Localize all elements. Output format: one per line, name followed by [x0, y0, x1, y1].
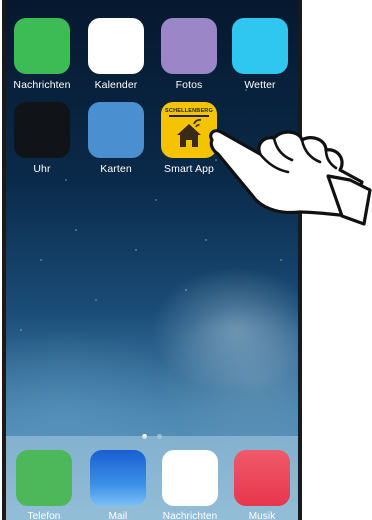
- app-label: Karten: [100, 163, 132, 175]
- pointing-hand-icon: [209, 129, 372, 226]
- dock-app-nachrichten[interactable]: Nachrichten: [160, 450, 220, 520]
- app-nachrichten[interactable]: Nachrichten: [12, 18, 72, 91]
- weather-icon: [232, 18, 288, 74]
- app-label: Nachrichten: [162, 511, 218, 520]
- dock-app-musik[interactable]: Musik: [232, 450, 292, 520]
- dock: Telefon Mail Nachrichten Musik: [6, 436, 298, 520]
- calendar-icon: [88, 18, 144, 74]
- app-label: Telefon: [27, 511, 61, 520]
- maps-icon: [88, 102, 144, 158]
- photos-icon: [161, 18, 217, 74]
- mail-icon: [90, 450, 146, 506]
- dock-app-mail[interactable]: Mail: [88, 450, 148, 520]
- app-label: Mail: [108, 511, 128, 520]
- app-label: Wetter: [244, 79, 276, 91]
- app-label: Fotos: [175, 79, 203, 91]
- app-karten[interactable]: Karten: [86, 102, 146, 175]
- app-fotos[interactable]: Fotos: [159, 18, 219, 91]
- phone-icon: [16, 450, 72, 506]
- music-icon: [234, 450, 290, 506]
- dock-app-telefon[interactable]: Telefon: [14, 450, 74, 520]
- phone-screen: Nachrichten Kalender Fotos Wetter Uhr Ka…: [2, 0, 302, 520]
- messages-icon: [162, 450, 218, 506]
- app-label: Kalender: [94, 79, 138, 91]
- app-wetter[interactable]: Wetter: [230, 18, 290, 91]
- app-kalender[interactable]: Kalender: [86, 18, 146, 91]
- app-label: Uhr: [33, 163, 51, 175]
- messages-icon: [14, 18, 70, 74]
- app-label: Nachrichten: [13, 79, 71, 91]
- clock-icon: [14, 102, 70, 158]
- app-label: Musik: [248, 511, 276, 520]
- app-uhr[interactable]: Uhr: [12, 102, 72, 175]
